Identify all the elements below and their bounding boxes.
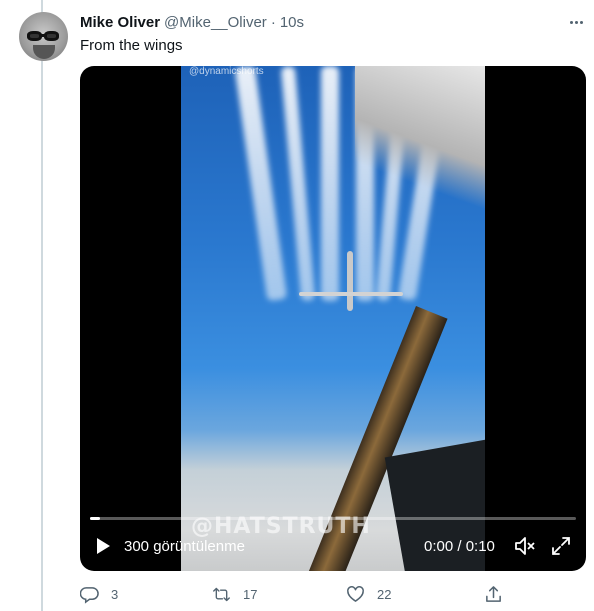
share-icon [486,585,501,602]
tweet-header: Mike Oliver @Mike__Oliver · 10s [80,12,304,32]
like-button[interactable]: 22 [346,583,391,605]
reply-icon [80,586,99,604]
video-player[interactable]: @dynamicshorts @HATSTRUTH 300 görüntülen… [80,66,586,571]
separator-dot: · [270,13,276,31]
tweet-text: From the wings [80,37,183,54]
video-frame[interactable]: @dynamicshorts @HATSTRUTH [181,66,485,571]
volume-icon[interactable] [513,535,537,557]
thread-line [41,0,43,611]
more-options-icon[interactable] [566,12,586,32]
tweet-actions: 3 17 22 [80,583,510,605]
airplane-body [347,251,353,311]
play-icon[interactable] [94,537,112,555]
top-watermark: @dynamicshorts [189,66,264,77]
avatar-glasses-right [44,31,59,41]
avatar-glasses-bridge [40,34,46,37]
reply-count: 3 [111,586,119,602]
fullscreen-icon[interactable] [550,535,572,557]
view-count: 300 görüntülenme [124,538,245,555]
progress-fill [90,517,100,520]
share-button[interactable] [484,583,503,605]
progress-bar[interactable] [90,517,576,520]
like-icon [347,585,364,602]
avatar[interactable] [19,12,68,61]
retweet-count: 17 [243,586,258,602]
video-timecode: 0:00 / 0:10 [424,538,495,555]
reply-button[interactable]: 3 [80,583,118,605]
like-count: 22 [377,586,392,602]
contrail [234,66,288,302]
tweet-timestamp[interactable]: 10s [280,14,304,31]
retweet-icon [213,587,230,601]
author-handle[interactable]: @Mike__Oliver [164,14,267,31]
retweet-button[interactable]: 17 [212,583,257,605]
contrail [321,66,339,301]
contrail [280,66,316,302]
author-name[interactable]: Mike Oliver [80,14,160,31]
avatar-beard [33,45,55,59]
